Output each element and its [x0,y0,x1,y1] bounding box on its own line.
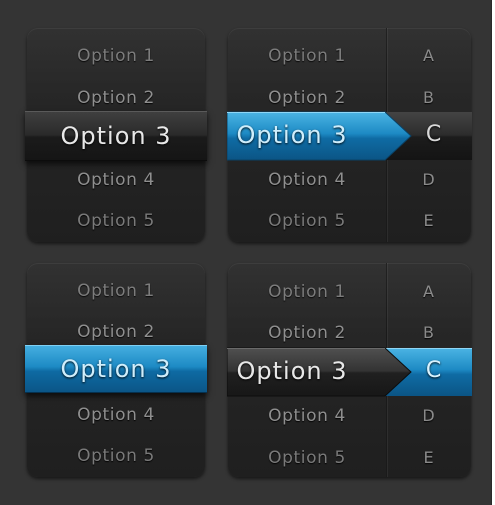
picker-panel-3[interactable]: Option 1 Option 2 Option 3 Option 4 Opti… [25,263,207,477]
picker-option-3-selected[interactable]: Option 3 [228,347,356,395]
picker-option-2[interactable]: Option 2 [27,317,205,347]
picker-option-4[interactable]: Option 4 [228,165,386,195]
picker-letter-c-selected[interactable]: C [412,347,455,395]
picker-option-3-selected[interactable]: Option 3 [25,346,207,392]
picker-letter-d[interactable]: D [386,401,471,431]
picker-option-5[interactable]: Option 5 [228,443,386,473]
picker-letter-e[interactable]: E [386,206,471,236]
picker-letter-d[interactable]: D [386,165,471,195]
picker-option-3-selected[interactable]: Option 3 [228,111,356,159]
picker-panel-1[interactable]: Option 1 Option 2 Option 3 Option 4 Opti… [25,28,207,242]
picker-option-5[interactable]: Option 5 [228,206,386,236]
picker-option-1[interactable]: Option 1 [228,41,386,71]
picker-option-4[interactable]: Option 4 [27,165,205,195]
picker-option-2[interactable]: Option 2 [228,318,386,348]
picker-panel-4[interactable]: Option 1 Option 2 Option 4 Option 5 A B … [227,263,472,477]
picker-option-4[interactable]: Option 4 [27,400,205,430]
canvas-frame: Option 1 Option 2 Option 3 Option 4 Opti… [0,0,492,505]
picker-option-1[interactable]: Option 1 [27,276,205,306]
picker-option-1[interactable]: Option 1 [228,277,386,307]
picker-panel-2[interactable]: Option 1 Option 2 Option 4 Option 5 A B … [227,28,472,242]
picker-selection-bar[interactable]: Option 3 [25,111,207,161]
picker-letter-b[interactable]: B [386,318,471,348]
picker-letter-a[interactable]: A [386,277,471,307]
picker-letter-a[interactable]: A [386,41,471,71]
picker-option-2[interactable]: Option 2 [228,83,386,113]
picker-option-2[interactable]: Option 2 [27,83,205,113]
picker-letter-b[interactable]: B [386,83,471,113]
picker-option-1[interactable]: Option 1 [27,41,205,71]
picker-letter-e[interactable]: E [386,443,471,473]
picker-option-5[interactable]: Option 5 [27,441,205,471]
picker-option-3-selected[interactable]: Option 3 [25,112,207,160]
picker-selection-bar[interactable]: Option 3 [25,345,207,393]
picker-option-4[interactable]: Option 4 [228,401,386,431]
picker-option-5[interactable]: Option 5 [27,206,205,236]
picker-letter-c-selected[interactable]: C [412,111,455,159]
